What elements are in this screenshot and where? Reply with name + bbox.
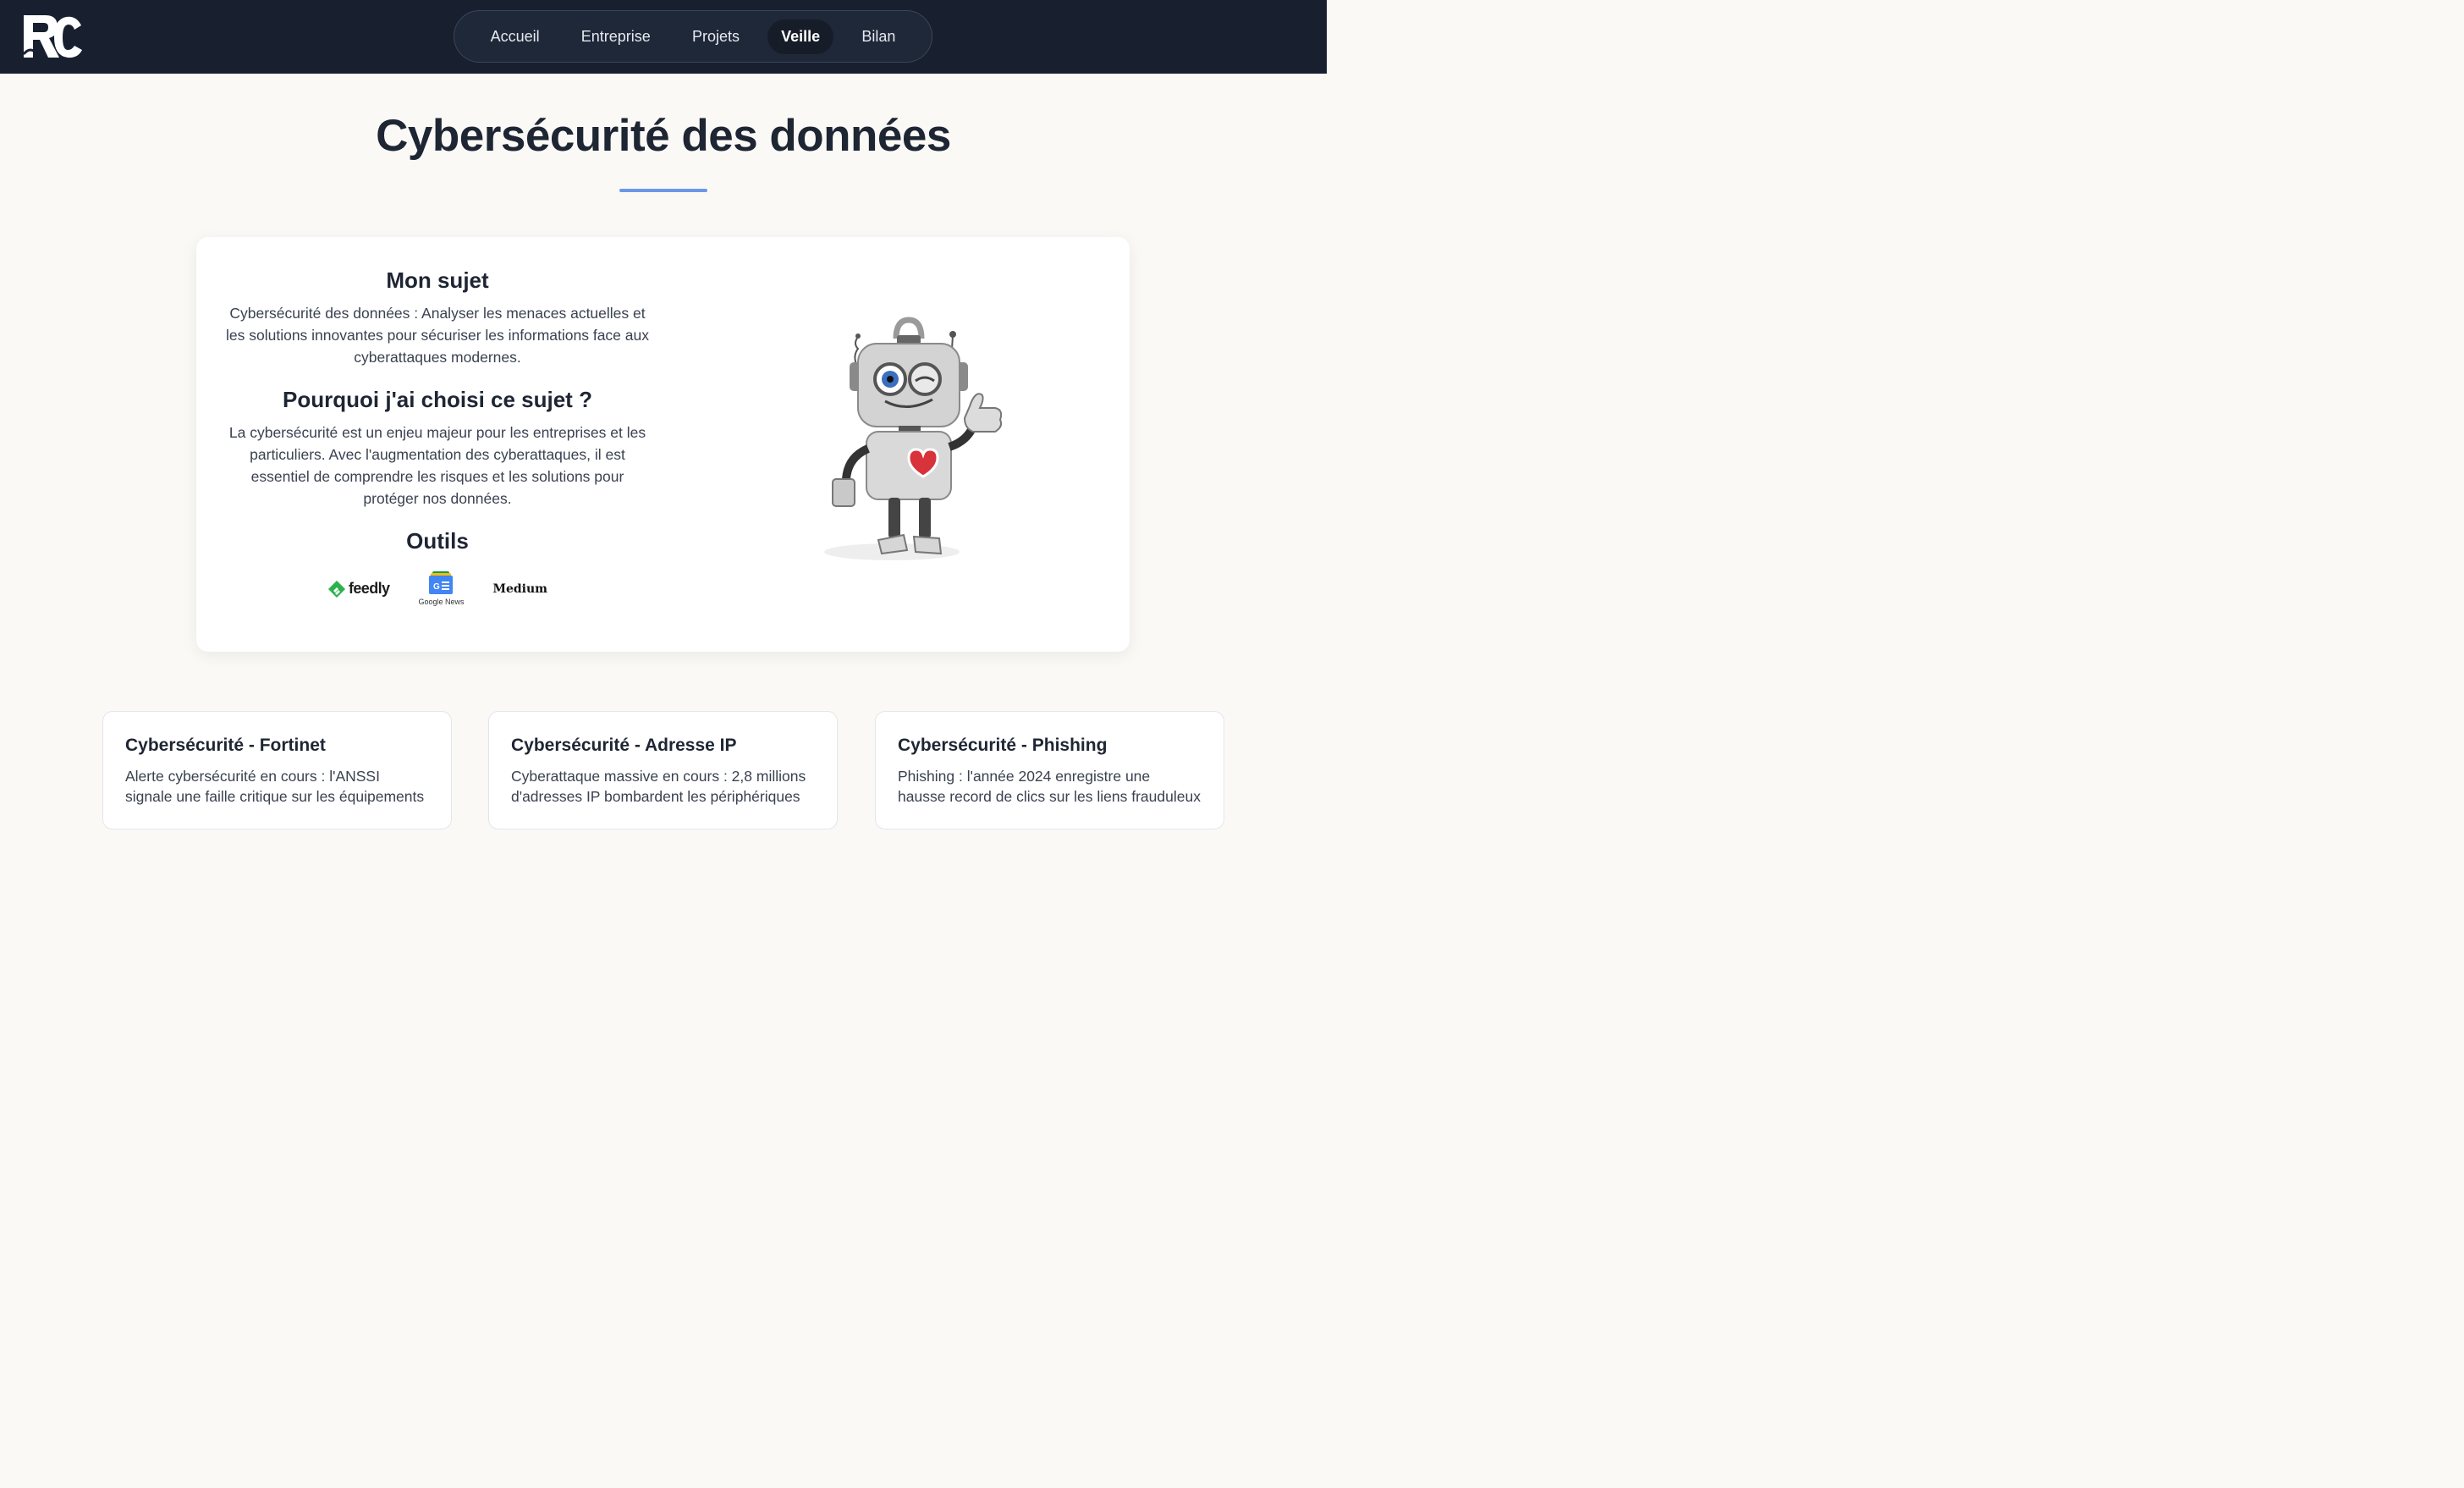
title-underline: [619, 189, 707, 192]
article-text: Cyberattaque massive en cours : 2,8 mill…: [511, 768, 806, 805]
nav-item-accueil[interactable]: Accueil: [477, 19, 553, 54]
page-title: Cybersécurité des données: [376, 111, 951, 161]
subject-text: Cybersécurité des données : Analyser les…: [226, 305, 649, 366]
article-card-phishing[interactable]: Cybersécurité - Phishing Phishing : l'an…: [875, 711, 1224, 829]
google-news-label: Google News: [418, 598, 465, 606]
main-nav: Accueil Entreprise Projets Veille Bilan: [454, 10, 932, 63]
feedly-label: feedly: [349, 580, 390, 597]
feedly-icon: [328, 580, 345, 598]
tools-heading: Outils: [406, 528, 469, 554]
nav-item-entreprise[interactable]: Entreprise: [568, 19, 664, 54]
article-text: Alerte cybersécurité en cours : l'ANSSI …: [125, 768, 425, 805]
intro-text-column: Mon sujet Cybersécurité des données : An…: [222, 267, 653, 606]
article-text: Phishing : l'année 2024 enregistre une h…: [898, 768, 1201, 805]
tools-row: feedly G Google News Medium: [222, 571, 653, 606]
feedly-logo[interactable]: feedly: [327, 580, 390, 598]
rc-logo-icon[interactable]: [20, 12, 85, 61]
article-card-adresse-ip[interactable]: Cybersécurité - Adresse IP Cyberattaque …: [488, 711, 838, 829]
subject-heading: Mon sujet: [386, 267, 489, 293]
svg-text:G: G: [433, 582, 440, 592]
why-heading: Pourquoi j'ai choisi ce sujet ?: [283, 387, 592, 412]
top-header: Accueil Entreprise Projets Veille Bilan: [0, 0, 1327, 74]
nav-item-veille[interactable]: Veille: [767, 19, 834, 54]
why-text: La cybersécurité est un enjeu majeur pou…: [228, 424, 646, 507]
article-title: Cybersécurité - Adresse IP: [511, 736, 737, 755]
intro-card: Mon sujet Cybersécurité des données : An…: [196, 237, 1130, 652]
article-title: Cybersécurité - Phishing: [898, 736, 1108, 755]
nav-item-projets[interactable]: Projets: [679, 19, 753, 54]
google-news-logo[interactable]: G Google News: [418, 571, 464, 606]
robot-thumbs-up-icon: [807, 313, 1010, 567]
article-title: Cybersécurité - Fortinet: [125, 736, 326, 755]
nav-item-bilan[interactable]: Bilan: [848, 19, 909, 54]
medium-logo[interactable]: Medium: [492, 582, 547, 596]
google-news-icon: G: [429, 571, 454, 594]
article-card-fortinet[interactable]: Cybersécurité - Fortinet Alerte cyberséc…: [102, 711, 452, 829]
